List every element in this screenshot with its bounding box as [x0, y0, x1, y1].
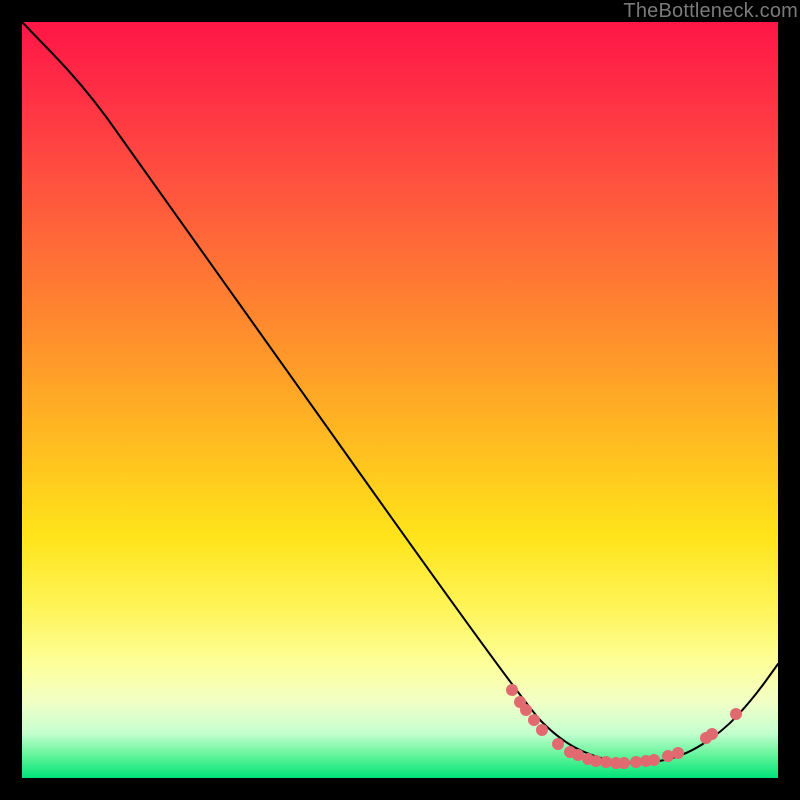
data-point [730, 708, 742, 720]
bottleneck-curve [22, 22, 778, 763]
data-point [536, 724, 548, 736]
data-point [706, 728, 718, 740]
data-point [648, 754, 660, 766]
data-point [528, 714, 540, 726]
chart-frame [22, 22, 778, 778]
data-point [506, 684, 518, 696]
data-point [552, 738, 564, 750]
data-point [520, 704, 532, 716]
chart-svg [22, 22, 778, 778]
data-point [672, 747, 684, 759]
watermark-text: TheBottleneck.com [623, 0, 798, 23]
dot-group [506, 684, 742, 769]
data-point [618, 757, 630, 769]
